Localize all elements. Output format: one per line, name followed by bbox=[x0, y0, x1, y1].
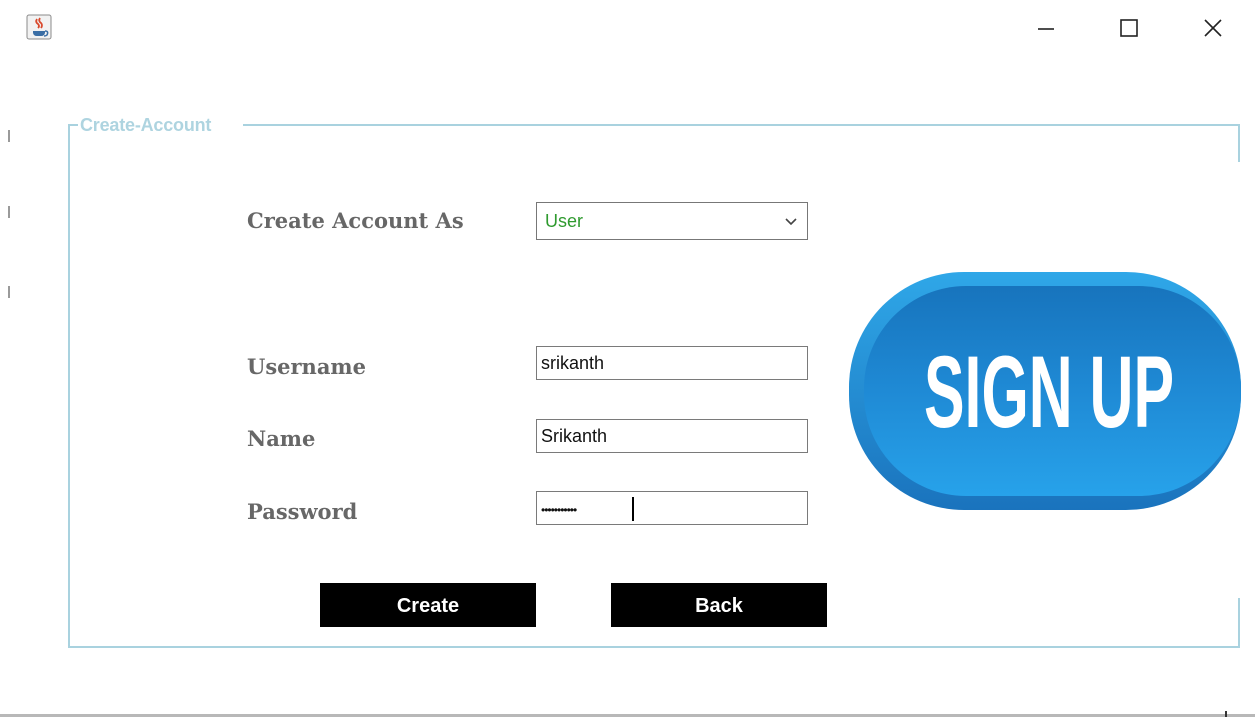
back-button[interactable]: Back bbox=[611, 583, 827, 627]
panel-legend: Create-Account bbox=[80, 115, 212, 135]
username-input[interactable] bbox=[536, 346, 808, 380]
java-cup-icon bbox=[26, 14, 52, 40]
password-mask: ••••••••••• bbox=[541, 503, 577, 517]
panel-border bbox=[68, 124, 78, 126]
window-edge-mark bbox=[8, 206, 10, 218]
username-label: Username bbox=[247, 354, 367, 379]
sign-up-text: SIGN UP bbox=[924, 335, 1174, 449]
chevron-down-icon bbox=[785, 218, 797, 226]
name-input[interactable] bbox=[536, 419, 808, 453]
create-button[interactable]: Create bbox=[320, 583, 536, 627]
window-titlebar bbox=[0, 0, 1255, 56]
password-label: Password bbox=[247, 499, 358, 524]
maximize-icon[interactable] bbox=[1109, 8, 1149, 48]
panel-border bbox=[1238, 598, 1240, 648]
account-type-select[interactable]: User bbox=[536, 202, 808, 240]
panel-border bbox=[1238, 124, 1240, 162]
window-edge-mark bbox=[8, 286, 10, 298]
close-icon[interactable] bbox=[1193, 8, 1233, 48]
password-input[interactable] bbox=[536, 491, 808, 525]
account-type-value: User bbox=[545, 211, 584, 231]
window-edge-mark bbox=[8, 130, 10, 142]
sign-up-badge: SIGN UP bbox=[849, 272, 1241, 510]
resize-grip bbox=[1225, 711, 1227, 717]
panel-border bbox=[243, 124, 1240, 126]
name-label: Name bbox=[247, 426, 316, 451]
minimize-icon[interactable] bbox=[1026, 8, 1066, 48]
account-type-label: Create Account As bbox=[247, 208, 464, 233]
text-caret bbox=[632, 497, 634, 521]
